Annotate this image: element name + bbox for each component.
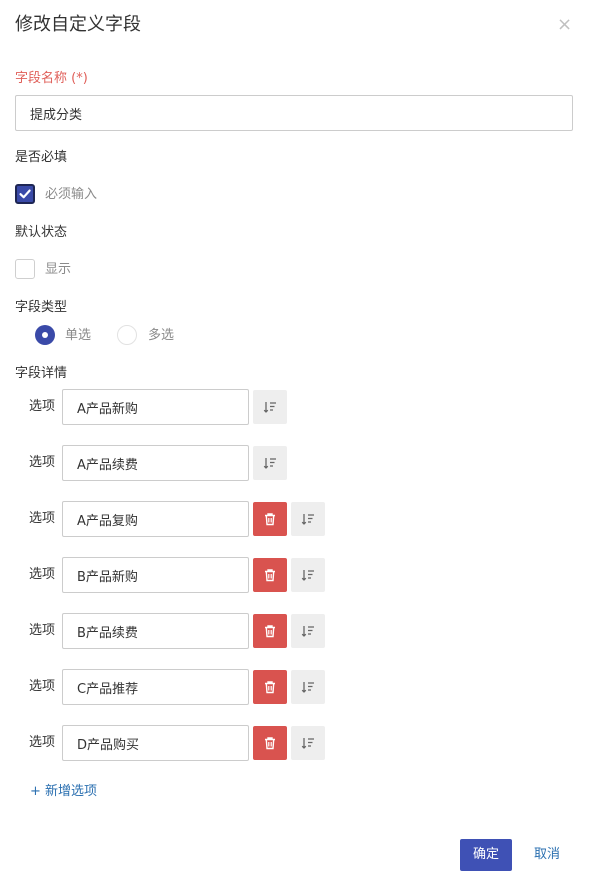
sort-button[interactable] xyxy=(253,390,287,424)
sort-icon xyxy=(263,402,276,413)
option-row: 选项 xyxy=(0,725,590,761)
check-icon xyxy=(19,189,31,199)
close-icon[interactable]: × xyxy=(557,15,572,35)
delete-button[interactable] xyxy=(253,670,287,704)
option-input[interactable] xyxy=(62,613,249,649)
option-label: 选项 xyxy=(29,455,56,470)
option-label: 选项 xyxy=(29,399,56,414)
required-checkbox-label: 必须输入 xyxy=(45,187,98,202)
field-name-input[interactable] xyxy=(15,95,573,131)
sort-button[interactable] xyxy=(253,446,287,480)
option-input[interactable] xyxy=(62,669,249,705)
option-row: 选项 xyxy=(0,613,590,649)
radio-single[interactable] xyxy=(35,325,55,345)
field-details-label: 字段详情 xyxy=(15,366,68,381)
sort-button[interactable] xyxy=(291,614,325,648)
radio-single-label: 单选 xyxy=(65,328,92,343)
option-input[interactable] xyxy=(62,557,249,593)
radio-multiple-label: 多选 xyxy=(148,328,175,343)
option-label: 选项 xyxy=(29,567,56,582)
option-row: 选项 xyxy=(0,389,590,425)
trash-icon xyxy=(265,737,275,750)
delete-button[interactable] xyxy=(253,614,287,648)
option-row: 选项 xyxy=(0,445,590,481)
option-label: 选项 xyxy=(29,623,56,638)
visible-checkbox[interactable] xyxy=(15,259,35,279)
sort-icon xyxy=(301,626,314,637)
sort-button[interactable] xyxy=(291,558,325,592)
visible-checkbox-label: 显示 xyxy=(45,262,72,277)
sort-icon xyxy=(263,458,276,469)
delete-button[interactable] xyxy=(253,726,287,760)
delete-button[interactable] xyxy=(253,558,287,592)
trash-icon xyxy=(265,625,275,638)
dialog-title: 修改自定义字段 xyxy=(15,14,141,35)
option-input[interactable] xyxy=(62,725,249,761)
required-checkbox[interactable] xyxy=(15,184,35,204)
sort-icon xyxy=(301,570,314,581)
sort-button[interactable] xyxy=(291,726,325,760)
confirm-button[interactable]: 确定 xyxy=(460,839,512,871)
field-name-label: 字段名称 (*) xyxy=(15,71,88,86)
delete-button[interactable] xyxy=(253,502,287,536)
option-label: 选项 xyxy=(29,735,56,750)
sort-button[interactable] xyxy=(291,670,325,704)
sort-icon xyxy=(301,682,314,693)
cancel-button[interactable]: 取消 xyxy=(526,839,568,871)
option-input[interactable] xyxy=(62,445,249,481)
option-label: 选项 xyxy=(29,679,56,694)
sort-icon xyxy=(301,738,314,749)
trash-icon xyxy=(265,569,275,582)
option-input[interactable] xyxy=(62,389,249,425)
option-row: 选项 xyxy=(0,669,590,705)
sort-button[interactable] xyxy=(291,502,325,536)
sort-icon xyxy=(301,514,314,525)
trash-icon xyxy=(265,513,275,526)
trash-icon xyxy=(265,681,275,694)
option-row: 选项 xyxy=(0,501,590,537)
radio-multiple[interactable] xyxy=(117,325,137,345)
option-row: 选项 xyxy=(0,557,590,593)
default-state-label: 默认状态 xyxy=(15,225,68,240)
option-input[interactable] xyxy=(62,501,249,537)
field-type-label: 字段类型 xyxy=(15,300,68,315)
option-label: 选项 xyxy=(29,511,56,526)
add-option-link[interactable]: + 新增选项 xyxy=(30,783,97,801)
required-section-label: 是否必填 xyxy=(15,150,68,165)
